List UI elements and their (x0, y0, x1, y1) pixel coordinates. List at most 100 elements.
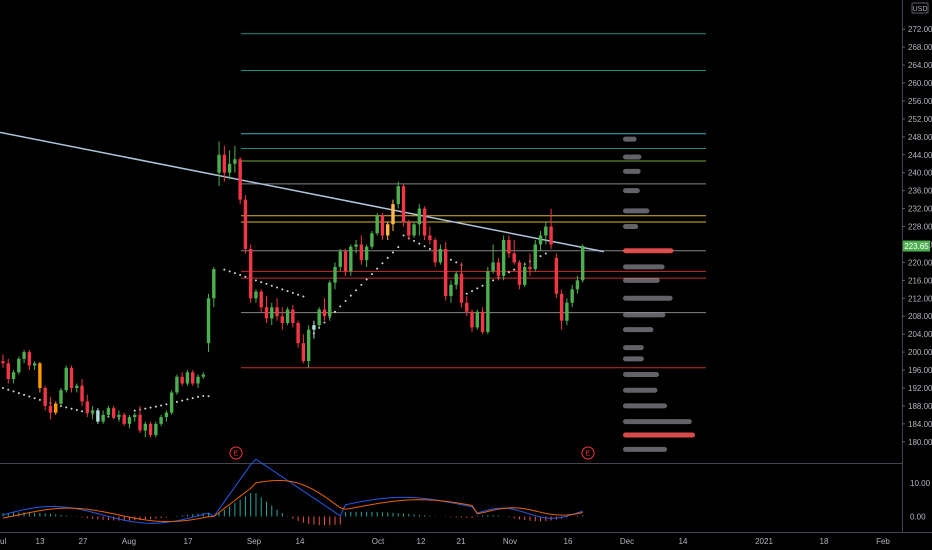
sar-dot (207, 395, 210, 398)
candle-body (201, 374, 205, 377)
time-tick-label: Sep (247, 537, 262, 546)
price-tick-label: 268.00 (908, 43, 932, 52)
volume-profile-bar (623, 136, 637, 142)
candle-body (238, 159, 242, 200)
price-tick-label: 192.00 (908, 384, 932, 393)
candle-body (581, 246, 585, 281)
sar-dot (270, 284, 273, 287)
candle-body (148, 423, 153, 436)
sar-dot (349, 294, 352, 297)
sar-dot (386, 256, 389, 259)
candle-body (175, 376, 179, 393)
candle-body (80, 385, 84, 402)
sar-dot (186, 398, 189, 401)
volume-profile-bar (623, 372, 659, 378)
candle-body (59, 390, 63, 404)
candle-body (501, 239, 506, 276)
sar-dot (391, 251, 394, 254)
sar-dot (423, 245, 426, 248)
sar-dot (239, 273, 242, 276)
candle-body (554, 257, 559, 294)
earnings-marker-label: E (234, 451, 239, 458)
volume-profile-bar (623, 277, 660, 283)
sar-dot (492, 279, 495, 282)
sar-dot (513, 268, 516, 271)
sar-dot (355, 289, 358, 292)
candle-body (143, 423, 147, 431)
sar-dot (276, 286, 279, 289)
candle-body (328, 282, 332, 317)
sar-dot (323, 321, 326, 324)
macd-tick-label: 0.00 (910, 513, 926, 522)
candle-body (127, 417, 132, 424)
price-tick-label: 188.00 (908, 402, 932, 411)
last-price-label: 223.65 (904, 242, 929, 251)
earnings-marker-label: E (586, 451, 591, 458)
candle-body (512, 253, 516, 263)
sar-dot (376, 267, 379, 270)
candle-body (407, 222, 411, 236)
time-tick-label: 21 (457, 537, 466, 546)
candle-body (507, 239, 511, 254)
candle-body (106, 408, 111, 415)
candle-body (375, 215, 379, 234)
candle-body (96, 410, 100, 422)
candle-body (11, 372, 16, 380)
sar-dot (297, 293, 300, 296)
candle-body (101, 414, 105, 422)
sar-dot (402, 234, 405, 237)
sar-dot (418, 242, 421, 245)
candle-body (570, 289, 574, 303)
volume-profile-bar (623, 188, 640, 194)
currency-badge[interactable]: USD (911, 2, 929, 14)
price-tick-label: 244.00 (908, 151, 932, 160)
price-tick-label: 256.00 (908, 97, 932, 106)
sar-dot (360, 283, 363, 286)
sar-dot (265, 282, 268, 285)
candle-body (54, 403, 58, 413)
sar-dot (160, 404, 163, 407)
volume-profile-bar (623, 356, 644, 362)
last-price-badge: 223.65 (903, 240, 930, 252)
candle-body (443, 248, 448, 297)
candle-body (285, 309, 290, 323)
sar-dot (344, 299, 347, 302)
candle-body (575, 280, 580, 290)
sar-dot (397, 246, 400, 249)
sar-dot (286, 290, 289, 293)
sar-dot (196, 395, 199, 398)
sar-dot (544, 252, 547, 255)
candle-body (38, 363, 42, 388)
candle-body (191, 372, 195, 384)
volume-profile-bar (623, 248, 674, 254)
candle-body (233, 159, 237, 164)
candle-body (259, 291, 263, 308)
sar-dot (370, 273, 373, 276)
candle-body (159, 417, 163, 424)
candle-body (206, 298, 211, 344)
sar-dot (191, 397, 194, 400)
time-tick-label: Oct (372, 537, 385, 546)
sar-dot (428, 247, 431, 250)
price-tick-label: 212.00 (908, 294, 932, 303)
chart-background (0, 0, 932, 550)
volume-profile-bar (623, 312, 666, 318)
candle-body (533, 244, 537, 270)
candle-body (380, 215, 385, 236)
time-tick-label: Feb (876, 537, 890, 546)
sar-dot (539, 255, 542, 258)
candle-body (438, 248, 443, 263)
price-tick-label: 228.00 (908, 223, 932, 232)
sar-dot (339, 305, 342, 308)
price-tick-label: 248.00 (908, 133, 932, 142)
candle-body (180, 376, 184, 384)
volume-profile-bar (623, 154, 642, 160)
sar-dot (291, 291, 294, 294)
price-chart[interactable]: E E 272.00 268.00 264.00 260.00 256.00 252.00 2… (0, 0, 932, 550)
candle-body (1, 361, 5, 364)
volume-profile-bar (623, 432, 695, 438)
sar-dot (302, 295, 305, 298)
candle-body (401, 186, 406, 223)
candle-body (523, 266, 527, 285)
sar-dot (2, 386, 4, 389)
